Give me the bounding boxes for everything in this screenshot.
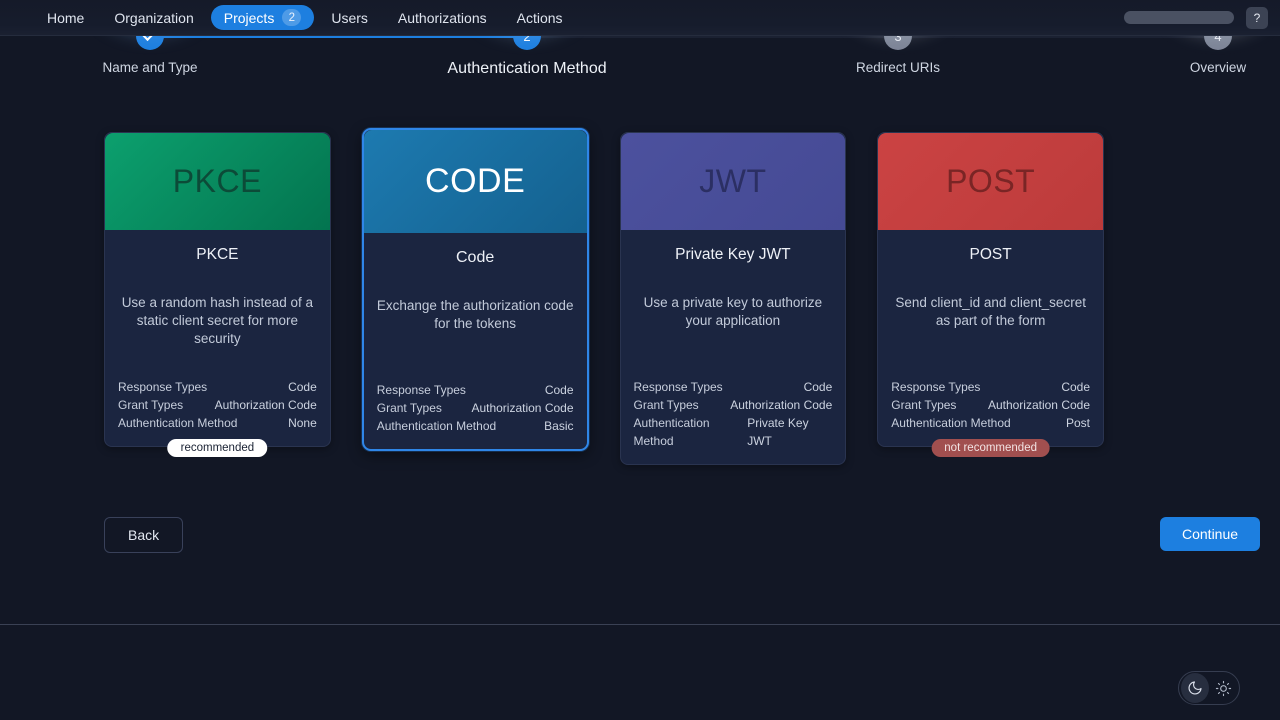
card-spec-row: Authentication MethodPrivate Key JWT <box>634 414 833 450</box>
card-spec-row: Response Types Code <box>377 381 574 399</box>
card-spec-label: Authentication Method <box>118 414 237 432</box>
nav-item-badge: 2 <box>282 9 301 26</box>
card-inner: JWT Private Key JWT Use a private key to a… <box>621 133 846 464</box>
nav-item-label: Projects <box>224 10 275 26</box>
card-spec-row: Grant Types Authorization Code <box>377 399 574 417</box>
sun-icon[interactable] <box>1209 673 1237 703</box>
nav-item-home[interactable]: Home <box>34 6 97 30</box>
card-spec-row: Authentication Method Post <box>891 414 1090 432</box>
nav-item-users[interactable]: Users <box>318 6 381 30</box>
card-spec-row: Authentication Method Basic <box>377 417 574 435</box>
card-description: Use a private key to authorize your appl… <box>634 294 833 348</box>
card-spec-label: Response Types <box>118 378 207 396</box>
card-title: POST <box>891 246 1090 264</box>
top-navigation-bar: Home Organization Projects 2 Users Authorizat… <box>0 0 1280 36</box>
app-root: Name and Type2Authentication Method3Redi… <box>0 0 1280 720</box>
card-body: POST Send client_id and client_secret as … <box>878 230 1103 446</box>
nav-item-actions[interactable]: Actions <box>504 6 576 30</box>
card-spec-value: None <box>288 414 317 432</box>
card-spec-row: Grant Types Authorization Code <box>634 396 833 414</box>
nav-item-projects[interactable]: Projects 2 <box>211 5 315 30</box>
card-recommendation-badge: recommended <box>168 439 268 457</box>
auth-method-card-private-key-jwt[interactable]: JWT Private Key JWT Use a private key to a… <box>620 132 847 465</box>
card-spec-label: Authentication Method <box>634 414 748 450</box>
theme-toggle[interactable] <box>1178 671 1240 705</box>
stepper-step-label: Overview <box>1138 60 1280 75</box>
card-banner: PKCE <box>105 133 330 230</box>
card-banner: JWT <box>621 133 846 230</box>
help-button[interactable]: ? <box>1246 7 1268 29</box>
card-spec-row: Authentication Method None <box>118 414 317 432</box>
card-spec-value: Code <box>288 378 317 396</box>
card-title: Code <box>377 249 574 267</box>
nav-item-organization[interactable]: Organization <box>101 6 206 30</box>
stepper-step-label: Authentication Method <box>447 60 607 78</box>
card-spec-label: Response Types <box>634 378 723 396</box>
card-spec-label: Response Types <box>891 378 980 396</box>
card-banner: CODE <box>364 130 587 233</box>
card-inner: PKCE PKCE Use a random hash instead of a s… <box>105 133 330 446</box>
card-spec-label: Grant Types <box>118 396 183 414</box>
continue-button[interactable]: Continue <box>1160 517 1260 551</box>
card-spec-value: Private Key JWT <box>747 414 832 450</box>
auth-method-card-code[interactable]: CODE Code Exchange the authorization code … <box>362 128 589 451</box>
footer-divider <box>0 624 1280 625</box>
card-title: Private Key JWT <box>634 246 833 264</box>
card-spec-row: Response Types Code <box>118 378 317 396</box>
card-spec-row: Response Types Code <box>891 378 1090 396</box>
card-title: PKCE <box>118 246 317 264</box>
card-spec-value: Authorization Code <box>988 396 1090 414</box>
card-spec-row: Grant Types Authorization Code <box>891 396 1090 414</box>
nav-item-label: Users <box>331 10 368 26</box>
card-spec-label: Grant Types <box>891 396 956 414</box>
card-spec-value: Code <box>545 381 574 399</box>
card-spec-list: Response Types Code Grant Types Authorizati… <box>377 381 574 435</box>
card-spec-row: Grant Types Authorization Code <box>118 396 317 414</box>
card-description: Exchange the authorization code for the … <box>377 297 574 351</box>
nav-item-authorizations[interactable]: Authorizations <box>385 6 500 30</box>
card-body: Private Key JWT Use a private key to auth… <box>621 230 846 464</box>
card-spec-label: Authentication Method <box>891 414 1010 432</box>
card-spec-value: Authorization Code <box>215 396 317 414</box>
card-inner: CODE Code Exchange the authorization code … <box>364 130 587 449</box>
card-recommendation-badge: not recommended <box>931 439 1050 457</box>
card-spec-label: Authentication Method <box>377 417 496 435</box>
card-inner: POST POST Send client_id and client_secret… <box>878 133 1103 446</box>
card-spec-label: Grant Types <box>377 399 442 417</box>
card-spec-label: Response Types <box>377 381 466 399</box>
card-spec-list: Response Types Code Grant Types Authorizati… <box>634 378 833 450</box>
moon-icon[interactable] <box>1181 673 1209 703</box>
card-description: Send client_id and client_secret as part… <box>891 294 1090 348</box>
card-spec-value: Post <box>1066 414 1090 432</box>
card-body: PKCE Use a random hash instead of a stati… <box>105 230 330 446</box>
card-spec-value: Basic <box>544 417 573 435</box>
card-body: Code Exchange the authorization code for … <box>364 233 587 449</box>
auth-method-card-pkce[interactable]: PKCE PKCE Use a random hash instead of a s… <box>104 132 331 447</box>
card-spec-row: Response Types Code <box>634 378 833 396</box>
back-button[interactable]: Back <box>104 517 183 553</box>
card-spec-value: Authorization Code <box>471 399 573 417</box>
nav-item-label: Authorizations <box>398 10 487 26</box>
auth-method-card-post[interactable]: POST POST Send client_id and client_secret… <box>877 132 1104 447</box>
auth-method-card-list: PKCE PKCE Use a random hash instead of a s… <box>104 132 1104 472</box>
card-spec-label: Grant Types <box>634 396 699 414</box>
nav-item-list: Home Organization Projects 2 Users Authorizat… <box>34 5 576 30</box>
nav-item-label: Organization <box>114 10 193 26</box>
card-spec-value: Code <box>1061 378 1090 396</box>
nav-item-label: Actions <box>517 10 563 26</box>
stepper-step-label: Name and Type <box>70 60 230 75</box>
card-spec-value: Code <box>804 378 833 396</box>
stepper-step-label: Redirect URIs <box>818 60 978 75</box>
nav-item-label: Home <box>47 10 84 26</box>
nav-right-group: ? <box>1124 7 1268 29</box>
card-banner: POST <box>878 133 1103 230</box>
card-description: Use a random hash instead of a static cl… <box>118 294 317 348</box>
card-spec-list: Response Types Code Grant Types Authorizati… <box>891 378 1090 432</box>
card-spec-list: Response Types Code Grant Types Authorizati… <box>118 378 317 432</box>
card-spec-value: Authorization Code <box>730 396 832 414</box>
org-selector-placeholder[interactable] <box>1124 11 1234 24</box>
